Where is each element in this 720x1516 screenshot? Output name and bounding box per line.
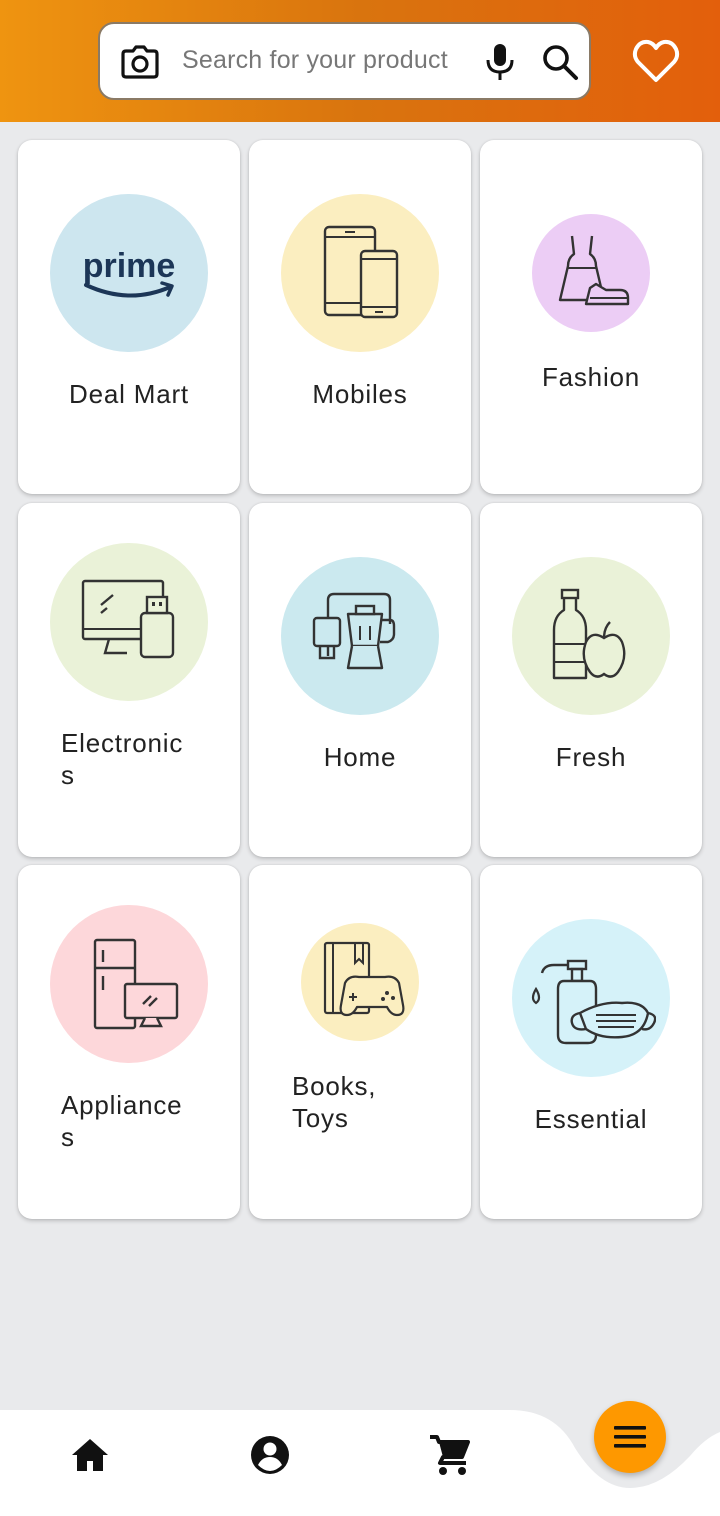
dress-shoe-icon	[532, 214, 650, 332]
category-label: Deal Mart	[69, 379, 189, 409]
category-card-deal-mart[interactable]: prime Deal Mart	[18, 140, 240, 494]
top-app-bar: Search for your product	[0, 0, 720, 122]
category-card-essential[interactable]: Essential	[480, 865, 702, 1219]
account-icon[interactable]	[248, 1433, 292, 1477]
microphone-icon[interactable]	[482, 42, 518, 82]
category-label: Fashion	[541, 362, 641, 392]
category-label: Essential	[534, 1104, 648, 1134]
fridge-tv-icon	[50, 905, 208, 1063]
category-label: Books, Toys	[292, 1071, 377, 1133]
category-label: Electronic s	[61, 728, 184, 790]
wishlist-heart-icon[interactable]	[632, 38, 680, 84]
sanitizer-mask-icon	[512, 919, 670, 1077]
bottle-apple-icon	[512, 557, 670, 715]
category-label: Mobiles	[312, 379, 408, 409]
category-card-fashion[interactable]: Fashion	[480, 140, 702, 494]
category-card-fresh[interactable]: Fresh	[480, 503, 702, 857]
blender-appliance-icon	[281, 557, 439, 715]
category-card-electronics[interactable]: Electronic s	[18, 503, 240, 857]
search-icon[interactable]	[540, 42, 580, 82]
menu-button[interactable]	[594, 1401, 666, 1473]
cart-icon[interactable]	[428, 1433, 472, 1477]
search-input[interactable]: Search for your product	[182, 46, 448, 75]
category-card-appliances[interactable]: Appliance s	[18, 865, 240, 1219]
category-label: Fresh	[555, 742, 627, 772]
camera-icon[interactable]	[120, 42, 160, 82]
category-card-home[interactable]: Home	[249, 503, 471, 857]
mobile-devices-icon	[281, 194, 439, 352]
search-bar[interactable]: Search for your product	[98, 22, 591, 100]
svg-text:prime: prime	[83, 247, 176, 285]
category-label: Home	[323, 742, 397, 772]
home-icon[interactable]	[68, 1433, 112, 1477]
menu-icon	[614, 1426, 646, 1448]
monitor-usb-icon	[50, 543, 208, 701]
category-card-books-toys[interactable]: Books, Toys	[249, 865, 471, 1219]
category-label: Appliance s	[61, 1090, 183, 1152]
book-gamepad-icon	[301, 923, 419, 1041]
prime-logo-icon: prime	[50, 194, 208, 352]
category-card-mobiles[interactable]: Mobiles	[249, 140, 471, 494]
